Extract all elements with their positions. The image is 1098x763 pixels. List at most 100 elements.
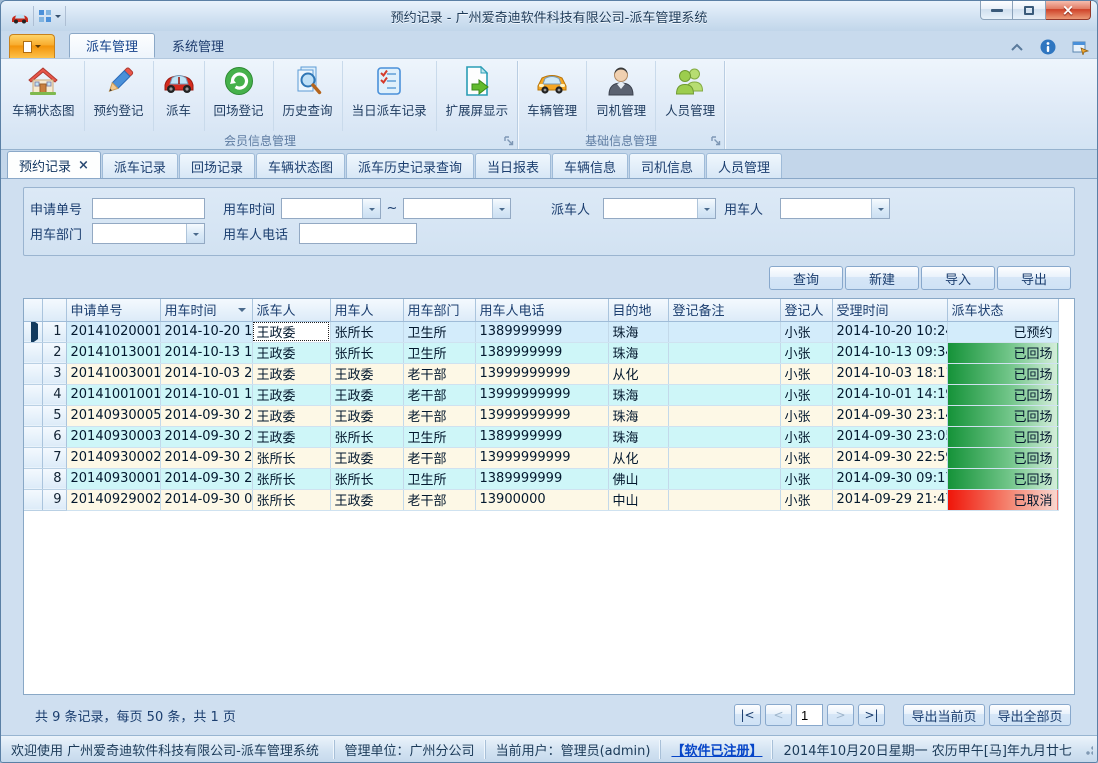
cell-destination[interactable]: 珠海 bbox=[608, 321, 668, 342]
cell-user[interactable]: 张所长 bbox=[330, 321, 403, 342]
cell-registrar[interactable]: 小张 bbox=[780, 468, 832, 489]
cell-phone[interactable]: 13900000 bbox=[475, 489, 608, 510]
new-button[interactable]: 新建 bbox=[845, 266, 919, 290]
cell-order-no[interactable]: 20140930002 bbox=[66, 447, 160, 468]
cell-remark[interactable] bbox=[668, 384, 780, 405]
combo-dropdown-button[interactable] bbox=[697, 199, 715, 218]
cell-dispatcher[interactable]: 张所长 bbox=[252, 468, 330, 489]
doc-tab-dispatch-history-query[interactable]: 派车历史记录查询 bbox=[346, 153, 474, 178]
phone-input[interactable] bbox=[299, 223, 417, 244]
dept-combo[interactable] bbox=[92, 223, 205, 244]
ribbon-button-reservation-register[interactable]: 预约登记 bbox=[85, 61, 154, 131]
cell-order-no[interactable]: 20140930005 bbox=[66, 405, 160, 426]
dispatcher-combo[interactable] bbox=[603, 198, 716, 219]
quick-access-toolbar-button[interactable] bbox=[33, 6, 66, 26]
cell-dispatcher[interactable]: 张所长 bbox=[252, 489, 330, 510]
row-number[interactable]: 2 bbox=[42, 342, 66, 363]
cell-dispatcher[interactable]: 张所长 bbox=[252, 447, 330, 468]
user-combo[interactable] bbox=[780, 198, 890, 219]
status-cell[interactable]: 已回场 bbox=[947, 426, 1058, 447]
cell-phone[interactable]: 1389999999 bbox=[475, 468, 608, 489]
row-indicator[interactable] bbox=[24, 489, 42, 510]
status-cell[interactable]: 已预约 bbox=[947, 321, 1058, 342]
cell-user[interactable]: 张所长 bbox=[330, 342, 403, 363]
cell-order-no[interactable]: 20141003001 bbox=[66, 363, 160, 384]
cell-phone[interactable]: 13999999999 bbox=[475, 405, 608, 426]
software-registered-link[interactable]: 【软件已注册】 bbox=[660, 740, 772, 759]
doc-tab-driver-info[interactable]: 司机信息 bbox=[629, 153, 705, 178]
cell-remark[interactable] bbox=[668, 321, 780, 342]
table-row[interactable]: 4 20141001001 2014-10-01 16:00 王政委 王政委 老… bbox=[24, 384, 1058, 405]
cell-dispatcher[interactable]: 王政委 bbox=[252, 321, 330, 342]
cell-use-time[interactable]: 2014-10-20 13:00 bbox=[160, 321, 252, 342]
minimize-button[interactable] bbox=[980, 1, 1013, 20]
row-number[interactable]: 6 bbox=[42, 426, 66, 447]
cell-remark[interactable] bbox=[668, 489, 780, 510]
cell-use-time[interactable]: 2014-09-30 23:30 bbox=[160, 405, 252, 426]
cell-accept-time[interactable]: 2014-10-20 10:24 bbox=[832, 321, 947, 342]
cell-registrar[interactable]: 小张 bbox=[780, 405, 832, 426]
combo-dropdown-button[interactable] bbox=[186, 224, 204, 243]
table-row[interactable]: 8 20140930001 2014-09-30 20:00 张所长 张所长 卫… bbox=[24, 468, 1058, 489]
row-indicator[interactable] bbox=[24, 405, 42, 426]
cell-phone[interactable]: 1389999999 bbox=[475, 426, 608, 447]
combo-dropdown-button[interactable] bbox=[362, 199, 380, 218]
doc-tab-vehicle-info[interactable]: 车辆信息 bbox=[552, 153, 628, 178]
cell-use-time[interactable]: 2014-09-30 20:00 bbox=[160, 468, 252, 489]
page-number-input[interactable] bbox=[796, 704, 823, 726]
dialog-launcher-icon[interactable] bbox=[503, 135, 515, 147]
cell-user[interactable]: 王政委 bbox=[330, 384, 403, 405]
cell-accept-time[interactable]: 2014-09-30 23:14 bbox=[832, 405, 947, 426]
cell-remark[interactable] bbox=[668, 426, 780, 447]
cell-destination[interactable]: 珠海 bbox=[608, 405, 668, 426]
cell-accept-time[interactable]: 2014-09-30 22:59 bbox=[832, 447, 947, 468]
resize-grip[interactable] bbox=[1082, 742, 1093, 756]
cell-accept-time[interactable]: 2014-10-03 18:11 bbox=[832, 363, 947, 384]
status-cell[interactable]: 已回场 bbox=[947, 342, 1058, 363]
cell-destination[interactable]: 珠海 bbox=[608, 384, 668, 405]
cell-dept[interactable]: 老干部 bbox=[403, 363, 475, 384]
cell-use-time[interactable]: 2014-09-30 22:00 bbox=[160, 447, 252, 468]
header-registrar[interactable]: 登记人 bbox=[780, 299, 832, 321]
cell-remark[interactable] bbox=[668, 342, 780, 363]
row-number[interactable]: 7 bbox=[42, 447, 66, 468]
doc-tab-vehicle-status-map[interactable]: 车辆状态图 bbox=[256, 153, 345, 178]
cell-dispatcher[interactable]: 王政委 bbox=[252, 384, 330, 405]
use-time-from-combo[interactable] bbox=[281, 198, 381, 219]
ribbon-tab-dispatch[interactable]: 派车管理 bbox=[69, 33, 155, 58]
row-indicator[interactable] bbox=[24, 426, 42, 447]
combo-dropdown-button[interactable] bbox=[871, 199, 889, 218]
cell-destination[interactable]: 从化 bbox=[608, 447, 668, 468]
close-tab-icon[interactable]: × bbox=[78, 159, 89, 172]
cell-registrar[interactable]: 小张 bbox=[780, 384, 832, 405]
status-cell[interactable]: 已回场 bbox=[947, 468, 1058, 489]
status-cell[interactable]: 已取消 bbox=[947, 489, 1058, 510]
cell-dispatcher[interactable]: 王政委 bbox=[252, 363, 330, 384]
order-no-input[interactable] bbox=[92, 198, 205, 219]
cell-dispatcher[interactable]: 王政委 bbox=[252, 426, 330, 447]
prev-page-button[interactable]: < bbox=[765, 704, 792, 726]
cell-order-no[interactable]: 20141020001 bbox=[66, 321, 160, 342]
row-indicator[interactable] bbox=[24, 342, 42, 363]
cell-destination[interactable]: 佛山 bbox=[608, 468, 668, 489]
ribbon-button-history-query[interactable]: 历史查询 bbox=[274, 61, 343, 131]
row-number[interactable]: 1 bbox=[42, 321, 66, 342]
status-cell[interactable]: 已回场 bbox=[947, 405, 1058, 426]
cell-remark[interactable] bbox=[668, 405, 780, 426]
skin-selector-icon[interactable] bbox=[1072, 40, 1089, 55]
row-indicator[interactable] bbox=[24, 363, 42, 384]
doc-tab-return-records[interactable]: 回场记录 bbox=[179, 153, 255, 178]
ribbon-tab-system[interactable]: 系统管理 bbox=[155, 33, 241, 58]
cell-order-no[interactable]: 20140930003 bbox=[66, 426, 160, 447]
cell-dept[interactable]: 老干部 bbox=[403, 489, 475, 510]
cell-dispatcher[interactable]: 王政委 bbox=[252, 342, 330, 363]
dialog-launcher-icon[interactable] bbox=[710, 135, 722, 147]
cell-destination[interactable]: 珠海 bbox=[608, 426, 668, 447]
status-cell[interactable]: 已回场 bbox=[947, 363, 1058, 384]
table-row[interactable]: 6 20140930003 2014-09-30 23:00 王政委 张所长 卫… bbox=[24, 426, 1058, 447]
ribbon-button-driver-manage[interactable]: 司机管理 bbox=[587, 61, 656, 131]
table-row[interactable]: 7 20140930002 2014-09-30 22:00 张所长 王政委 老… bbox=[24, 447, 1058, 468]
cell-registrar[interactable]: 小张 bbox=[780, 321, 832, 342]
cell-user[interactable]: 王政委 bbox=[330, 405, 403, 426]
cell-dept[interactable]: 卫生所 bbox=[403, 468, 475, 489]
